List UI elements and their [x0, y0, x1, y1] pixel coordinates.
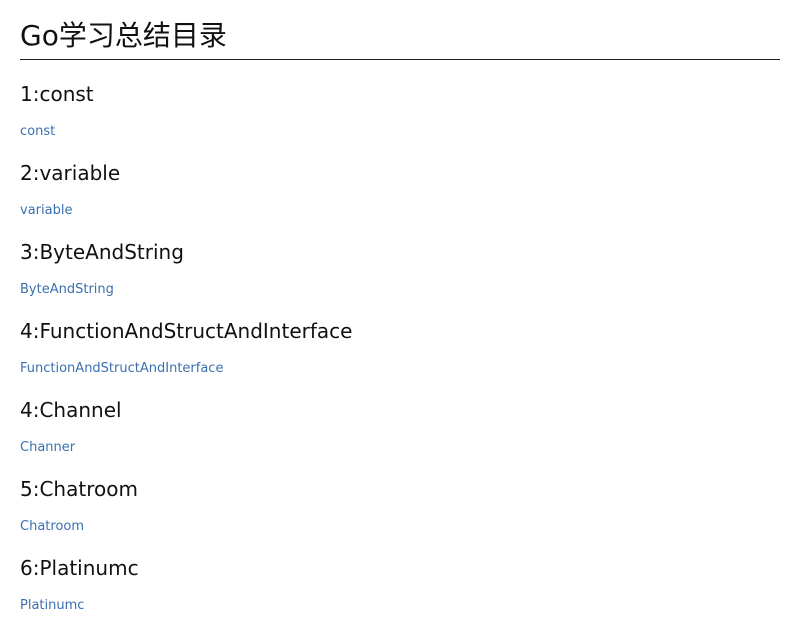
section-heading: 2:variable	[20, 161, 121, 185]
page-title: Go学习总结目录	[20, 14, 780, 60]
section-link-function-struct-interface[interactable]: FunctionAndStructAndInterface	[20, 359, 223, 379]
section-link-const[interactable]: const	[20, 122, 55, 142]
section-const: 1:const const	[20, 68, 780, 147]
section-heading: 6:Platinumc	[20, 556, 139, 580]
section-channel: 4:Channel Channer	[20, 384, 780, 463]
section-heading: 3:ByteAndString	[20, 240, 184, 264]
section-heading: 1:const	[20, 82, 94, 106]
section-heading: 4:Channel	[20, 398, 122, 422]
section-link-variable[interactable]: variable	[20, 201, 72, 221]
section-heading: 4:FunctionAndStructAndInterface	[20, 319, 353, 343]
section-chatroom: 5:Chatroom Chatroom	[20, 463, 780, 542]
section-heading: 5:Chatroom	[20, 477, 138, 501]
section-link-channel[interactable]: Channer	[20, 438, 75, 458]
section-link-platinumc[interactable]: Platinumc	[20, 596, 84, 616]
section-byte-and-string: 3:ByteAndString ByteAndString	[20, 226, 780, 305]
section-list: 1:const const 2:variable variable 3:Byte…	[20, 60, 780, 621]
section-link-chatroom[interactable]: Chatroom	[20, 517, 84, 537]
page: Go学习总结目录 1:const const 2:variable variab…	[20, 0, 780, 621]
section-platinumc: 6:Platinumc Platinumc	[20, 542, 780, 621]
section-variable: 2:variable variable	[20, 147, 780, 226]
section-link-byte-and-string[interactable]: ByteAndString	[20, 280, 114, 300]
section-function-struct-interface: 4:FunctionAndStructAndInterface Function…	[20, 305, 780, 384]
